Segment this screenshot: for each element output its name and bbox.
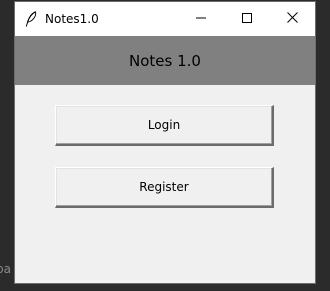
title-bar[interactable]: Notes1.0 bbox=[15, 2, 315, 36]
maximize-icon bbox=[242, 10, 252, 28]
background-partial-text: ba bbox=[0, 262, 11, 276]
header-title: Notes 1.0 bbox=[129, 51, 201, 70]
app-header: Notes 1.0 bbox=[15, 36, 315, 85]
register-button[interactable]: Register bbox=[55, 167, 274, 208]
app-window: Notes1.0 Notes 1.0 Login Register bbox=[14, 1, 316, 284]
minimize-icon bbox=[196, 10, 206, 28]
maximize-button[interactable] bbox=[224, 2, 270, 36]
close-button[interactable] bbox=[269, 2, 315, 36]
login-button[interactable]: Login bbox=[55, 105, 274, 146]
minimize-button[interactable] bbox=[178, 2, 224, 36]
close-icon bbox=[286, 10, 298, 28]
feather-icon bbox=[25, 11, 37, 27]
window-title: Notes1.0 bbox=[45, 12, 99, 26]
